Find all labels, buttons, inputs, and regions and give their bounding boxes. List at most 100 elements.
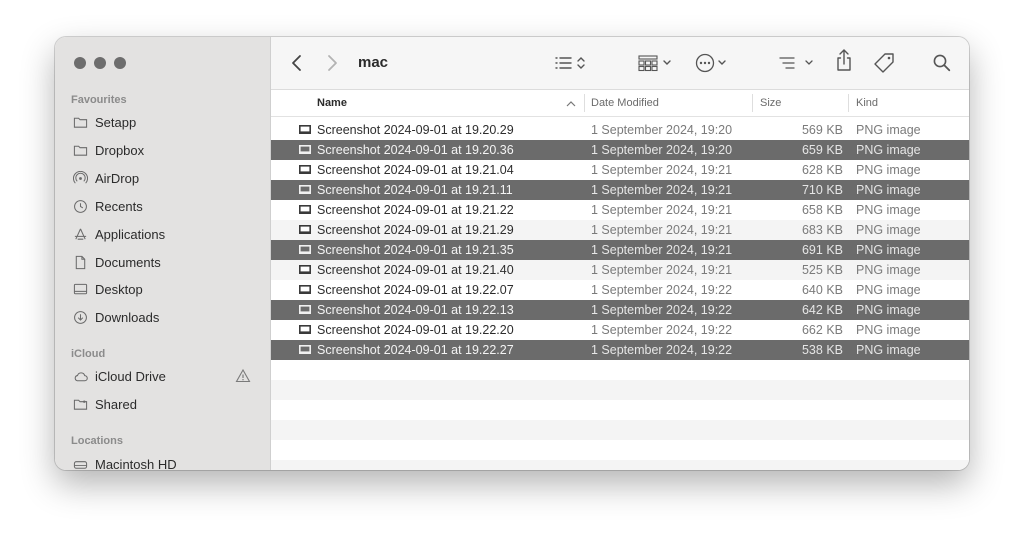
column-header: Name Date Modified Size Kind [271,90,969,117]
warning-icon [235,368,251,383]
sidebar-item-label: Downloads [95,309,160,325]
forward-icon [328,55,337,71]
sidebar-item-label: iCloud Drive [95,368,166,384]
file-name: Screenshot 2024-09-01 at 19.21.35 [317,243,514,257]
group-button[interactable] [778,51,818,75]
view-list-button[interactable] [554,51,590,75]
sort-ascending-icon[interactable] [566,100,576,107]
file-kind: PNG image [856,223,921,237]
zoom-button[interactable] [114,57,126,69]
file-size: 659 KB [801,143,843,157]
file-kind: PNG image [856,323,921,337]
sidebar-item-macintosh-hd[interactable]: Macintosh HD [73,453,258,470]
sidebar-item-airdrop[interactable]: AirDrop [73,167,258,189]
finder-window: Favourites Setapp Dropbox AirDrop Recent… [55,37,969,470]
file-date-modified: 1 September 2024, 19:20 [591,143,733,157]
back-button[interactable] [289,51,305,75]
file-size: 658 KB [801,203,843,217]
file-kind: PNG image [856,143,921,157]
sidebar-item-downloads[interactable]: Downloads [73,306,258,328]
file-date-modified: 1 September 2024, 19:21 [591,263,733,277]
file-kind: PNG image [856,303,921,317]
table-row[interactable]: Screenshot 2024-09-01 at 19.21.11 1 Septe… [271,180,969,200]
search-button[interactable] [932,51,952,75]
cloud-icon [74,371,88,381]
file-name: Screenshot 2024-09-01 at 19.20.29 [317,123,514,137]
table-row[interactable]: Screenshot 2024-09-01 at 19.21.29 1 Septe… [271,220,969,240]
sidebar-item-desktop[interactable]: Desktop [73,278,258,300]
sidebar-item-label: Recents [95,198,143,214]
file-date-modified: 1 September 2024, 19:21 [591,243,733,257]
file-list: Name Date Modified Size Kind Screenshot … [271,90,969,470]
file-kind: PNG image [856,203,921,217]
file-size: 691 KB [801,243,843,257]
share-icon [837,49,851,71]
shared-folder-icon [73,399,88,410]
sidebar-item-dropbox[interactable]: Dropbox [73,139,258,161]
sidebar-item-label: Dropbox [95,142,145,158]
column-size[interactable]: Size [760,97,781,109]
image-file-icon [299,225,311,234]
share-button[interactable] [834,48,854,72]
column-divider[interactable] [584,94,585,112]
sidebar-item-documents[interactable]: Documents [73,251,258,273]
table-row[interactable]: Screenshot 2024-09-01 at 19.21.40 1 Septe… [271,260,969,280]
clock-icon [74,199,87,213]
table-row[interactable]: Screenshot 2024-09-01 at 19.22.27 1 Septe… [271,340,969,360]
empty-row [271,380,969,400]
column-date-modified[interactable]: Date Modified [591,97,659,109]
view-grid-button[interactable] [637,51,675,75]
download-icon [74,310,87,324]
file-kind: PNG image [856,283,921,297]
empty-row [271,440,969,460]
tag-icon [874,53,894,73]
group-icon [779,57,813,69]
file-date-modified: 1 September 2024, 19:21 [591,183,733,197]
grid-view-icon [638,55,671,72]
sidebar: Favourites Setapp Dropbox AirDrop Recent… [55,37,271,470]
tag-button[interactable] [873,51,897,75]
file-size: 662 KB [801,323,843,337]
sidebar-section-icloud: iCloud [71,348,106,360]
folder-icon [73,117,88,128]
back-icon [292,55,301,71]
sidebar-item-label: Documents [95,254,161,270]
desktop-icon [73,283,88,294]
column-name[interactable]: Name [317,97,347,109]
table-row[interactable]: Screenshot 2024-09-01 at 19.22.07 1 Septe… [271,280,969,300]
column-divider[interactable] [752,94,753,112]
table-row[interactable]: Screenshot 2024-09-01 at 19.22.13 1 Septe… [271,300,969,320]
image-file-icon [299,165,311,174]
table-row[interactable]: Screenshot 2024-09-01 at 19.21.04 1 Septe… [271,160,969,180]
file-name: Screenshot 2024-09-01 at 19.21.29 [317,223,514,237]
column-divider[interactable] [848,94,849,112]
file-size: 525 KB [801,263,843,277]
search-icon [933,54,951,72]
file-date-modified: 1 September 2024, 19:21 [591,223,733,237]
file-name: Screenshot 2024-09-01 at 19.22.07 [317,283,514,297]
sidebar-item-recents[interactable]: Recents [73,195,258,217]
table-row[interactable]: Screenshot 2024-09-01 at 19.20.29 1 Septe… [271,120,969,140]
sidebar-item-applications[interactable]: Applications [73,223,258,245]
file-kind: PNG image [856,183,921,197]
sidebar-item-setapp[interactable]: Setapp [73,111,258,133]
minimize-button[interactable] [94,57,106,69]
table-row[interactable]: Screenshot 2024-09-01 at 19.21.22 1 Septe… [271,200,969,220]
file-name: Screenshot 2024-09-01 at 19.21.04 [317,163,514,177]
sidebar-item-icloud-drive[interactable]: iCloud Drive [73,365,258,387]
sidebar-item-shared[interactable]: Shared [73,393,258,415]
table-row[interactable]: Screenshot 2024-09-01 at 19.20.36 1 Septe… [271,140,969,160]
table-row[interactable]: Screenshot 2024-09-01 at 19.21.35 1 Septe… [271,240,969,260]
more-actions-button[interactable] [694,51,732,75]
file-date-modified: 1 September 2024, 19:22 [591,343,733,357]
sidebar-item-label: Macintosh HD [95,456,177,471]
sidebar-item-label: Applications [95,226,166,242]
column-kind[interactable]: Kind [856,97,878,109]
sidebar-item-label: Setapp [95,114,137,130]
hard-drive-icon [73,460,88,469]
close-button[interactable] [74,57,86,69]
image-file-icon [299,325,311,334]
forward-button[interactable] [324,51,340,75]
table-row[interactable]: Screenshot 2024-09-01 at 19.22.20 1 Septe… [271,320,969,340]
sidebar-item-label: Desktop [95,281,143,297]
